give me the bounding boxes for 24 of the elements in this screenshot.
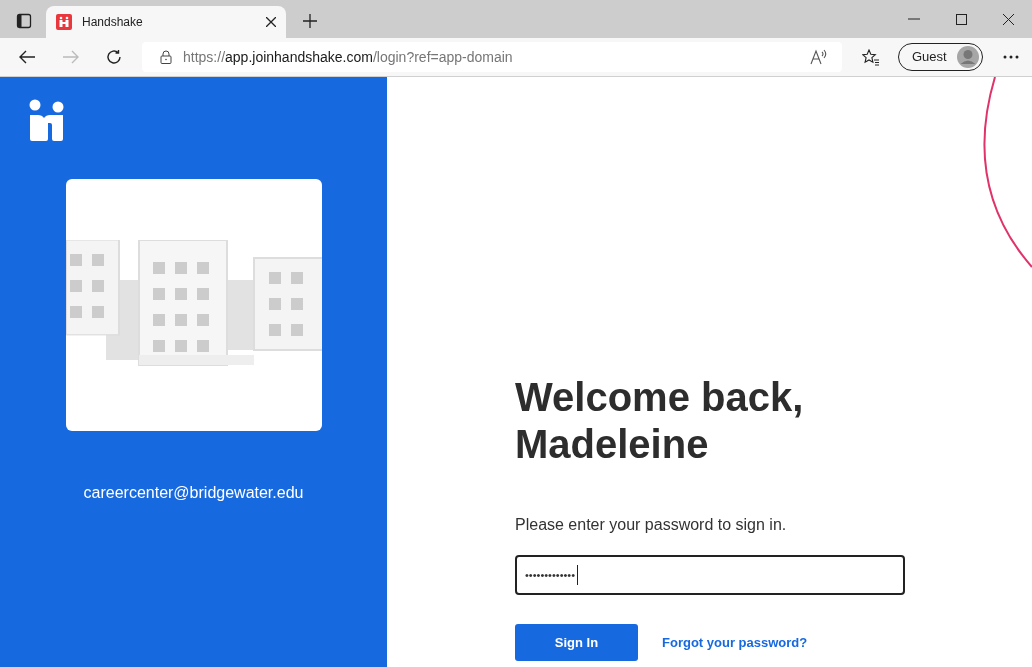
- tab-title: Handshake: [82, 14, 144, 31]
- back-icon[interactable]: [18, 49, 36, 65]
- favorites-icon[interactable]: [862, 48, 880, 66]
- password-prompt: Please enter your password to sign in.: [515, 515, 787, 535]
- password-field[interactable]: •••••••••••••: [515, 555, 905, 595]
- maximize-icon[interactable]: [956, 13, 967, 25]
- address-bar[interactable]: https://app.joinhandshake.com/login?ref=app-domain: [142, 42, 842, 72]
- tab-actions-icon[interactable]: [16, 13, 32, 29]
- more-icon[interactable]: [1002, 55, 1019, 59]
- welcome-heading: Welcome back, Madeleine: [515, 374, 805, 468]
- avatar-icon: [956, 46, 979, 68]
- close-tab-icon[interactable]: [266, 17, 276, 27]
- handshake-favicon-icon: [56, 14, 72, 30]
- new-tab-icon[interactable]: [302, 13, 318, 29]
- handshake-logo-icon[interactable]: [29, 99, 64, 141]
- read-aloud-icon[interactable]: [810, 49, 828, 65]
- refresh-icon[interactable]: [106, 49, 122, 65]
- browser-tab[interactable]: Handshake: [46, 6, 286, 38]
- sign-in-button[interactable]: Sign In: [515, 624, 638, 661]
- lock-icon: [160, 50, 172, 64]
- url-text: https://app.joinhandshake.com/login?ref=app-domain: [183, 47, 513, 67]
- forgot-password-link[interactable]: Forgot your password?: [662, 632, 808, 653]
- close-icon[interactable]: [1003, 13, 1014, 25]
- email-text: careercenter@bridgewater.edu: [83, 483, 304, 503]
